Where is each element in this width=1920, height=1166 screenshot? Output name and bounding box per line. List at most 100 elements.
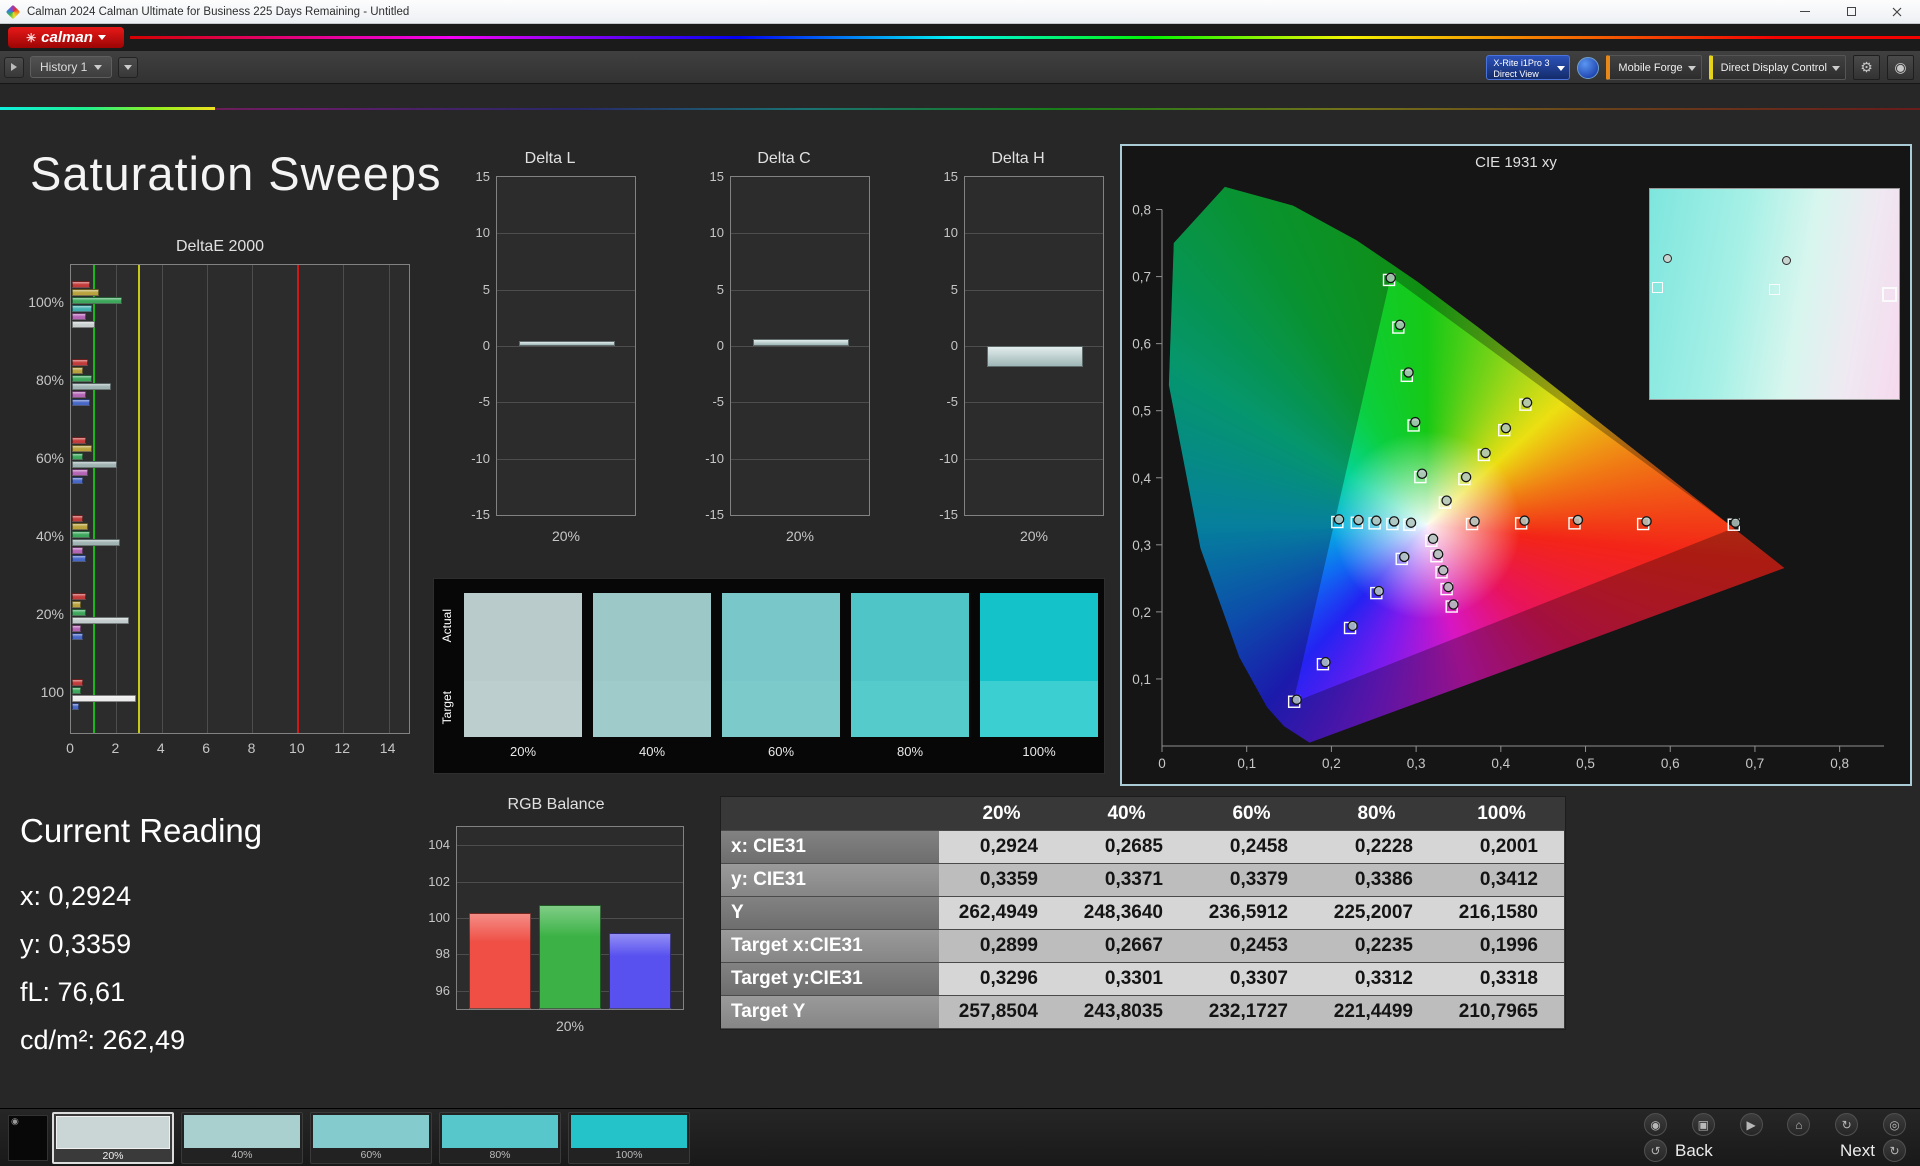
delta-y-tick-label: -5 — [920, 394, 958, 409]
pattern-swatch-color — [313, 1115, 429, 1148]
delta-y-tick-label: 0 — [920, 338, 958, 353]
deltae-bar — [72, 453, 83, 460]
meter-select-button[interactable]: X-Rite i1Pro 3 Direct View — [1486, 55, 1570, 80]
minimize-button[interactable] — [1782, 0, 1828, 23]
spectra-divider-highlight — [0, 107, 215, 110]
deltae-bar — [72, 477, 83, 484]
eye-button[interactable]: ◎ — [1883, 1113, 1906, 1136]
meter-name: X-Rite i1Pro 3 — [1493, 58, 1555, 69]
inset-measured-point — [1663, 254, 1672, 263]
maximize-button[interactable] — [1828, 0, 1874, 23]
pattern-window-button[interactable]: ▣ — [1692, 1113, 1715, 1136]
maximize-icon — [1847, 7, 1856, 16]
display-control-button[interactable]: Direct Display Control — [1709, 55, 1846, 80]
current-reading-y: y: 0,3359 — [20, 920, 262, 968]
meter-status-badge[interactable] — [1577, 57, 1599, 79]
table-corner-cell — [721, 797, 939, 831]
cie-measured-point — [1417, 469, 1426, 478]
delta-y-tick-label: -5 — [686, 394, 724, 409]
table-cell: 262,4949 — [939, 897, 1064, 930]
deltae-plot — [70, 264, 410, 734]
eye-icon: ◎ — [1889, 1118, 1899, 1132]
deltae-y-tick-label: 100 — [18, 684, 64, 700]
deltae-x-tick-label: 2 — [102, 740, 128, 756]
brand-bar: ✳ calman — [0, 24, 1920, 51]
deltae-bar — [72, 461, 117, 468]
table-cell: 210,7965 — [1439, 996, 1564, 1029]
deltae-chart-panel: DeltaE 2000 100%80%60%40%20%100 02468101… — [18, 238, 422, 763]
snapshot-icon: ◉ — [1650, 1118, 1660, 1132]
deltae-bar — [72, 313, 86, 320]
deltae-bar — [72, 375, 92, 382]
target-swatch — [593, 681, 711, 737]
table-cell: 0,2235 — [1314, 930, 1439, 963]
cie-x-tick-label: 0,6 — [1661, 756, 1680, 771]
refresh-button[interactable]: ↻ — [1835, 1113, 1858, 1136]
back-button[interactable]: Back — [1675, 1141, 1713, 1161]
cie-panel: CIE 1931 xy 00,10,10,20,20,30,30,40,40,5… — [1120, 144, 1912, 786]
deltae-bar — [72, 399, 90, 406]
delta-l-x-label: 20% — [496, 528, 636, 544]
pattern-preview-mini[interactable]: ◉ — [8, 1115, 48, 1161]
target-label: Target — [440, 691, 454, 724]
cie-x-tick-label: 0 — [1158, 756, 1166, 771]
play-button[interactable]: ▶ — [1740, 1113, 1763, 1136]
calman-logo-icon: ✳ — [26, 31, 36, 45]
next-circle-button[interactable]: ↻ — [1883, 1139, 1906, 1162]
target-swatch — [722, 681, 840, 737]
history-tab[interactable]: History 1 — [30, 56, 112, 78]
chevron-down-icon — [124, 65, 132, 70]
swatch-column: 80% — [851, 593, 969, 759]
delta-y-tick-label: 15 — [920, 169, 958, 184]
pattern-swatch-label: 100% — [571, 1149, 687, 1161]
settings-button[interactable]: ⚙ — [1853, 55, 1880, 80]
pattern-swatch-button[interactable]: 60% — [310, 1112, 432, 1164]
actual-swatch — [722, 593, 840, 681]
swatch-label: 60% — [722, 744, 840, 759]
table-cell: 0,3312 — [1314, 963, 1439, 996]
cie-measured-point — [1374, 586, 1383, 595]
delta-h-plot — [964, 176, 1104, 516]
deltae-y-tick-label: 20% — [18, 606, 64, 622]
cie-measured-point — [1321, 658, 1330, 667]
power-icon: ◉ — [1894, 59, 1906, 76]
pattern-swatch-button[interactable]: 80% — [439, 1112, 561, 1164]
deltae-bar — [72, 539, 120, 546]
spectra-divider — [0, 108, 1920, 110]
delta-gridline — [731, 290, 869, 291]
delta-y-tick-label: 5 — [920, 282, 958, 297]
calman-logo-button[interactable]: ✳ calman — [8, 27, 124, 48]
pattern-swatch-button[interactable]: 20% — [52, 1112, 174, 1164]
history-menu-button[interactable] — [118, 57, 138, 78]
chevron-down-icon — [1688, 66, 1696, 71]
delta-bar — [753, 339, 849, 346]
delta-l-title: Delta L — [452, 150, 648, 168]
pattern-swatch-button[interactable]: 40% — [181, 1112, 303, 1164]
home-button[interactable]: ⌂ — [1787, 1113, 1810, 1136]
pattern-swatch-button[interactable]: 100% — [568, 1112, 690, 1164]
next-button[interactable]: Next — [1840, 1141, 1875, 1161]
table-cell: 257,8504 — [939, 996, 1064, 1029]
rgb-y-tick-label: 100 — [410, 910, 450, 925]
panel-expand-button[interactable] — [4, 57, 24, 78]
pattern-swatch-color — [56, 1116, 170, 1149]
table-col-header: 20% — [939, 797, 1064, 831]
source-select-button[interactable]: Mobile Forge — [1606, 55, 1701, 80]
current-reading: Current Reading x: 0,2924 y: 0,3359 fL: … — [20, 812, 262, 1064]
meter-mode: Direct View — [1493, 69, 1555, 80]
delta-y-tick-label: -15 — [452, 507, 490, 522]
delta-gridline — [965, 459, 1103, 460]
close-button[interactable] — [1874, 0, 1920, 23]
deltae-x-tick-label: 4 — [148, 740, 174, 756]
cie-y-tick-label: 0,2 — [1132, 605, 1151, 620]
snapshot-button[interactable]: ◉ — [1644, 1113, 1667, 1136]
delta-gridline — [965, 402, 1103, 403]
history-tab-label: History 1 — [40, 60, 87, 74]
deltae-x-tick-label: 10 — [284, 740, 310, 756]
cie-measured-point — [1411, 418, 1420, 427]
deltae-x-tick-label: 14 — [375, 740, 401, 756]
connection-button[interactable]: ◉ — [1887, 55, 1914, 80]
table-row-label: Target Y — [721, 996, 939, 1029]
delta-gridline — [965, 290, 1103, 291]
back-circle-button[interactable]: ↺ — [1644, 1139, 1667, 1162]
